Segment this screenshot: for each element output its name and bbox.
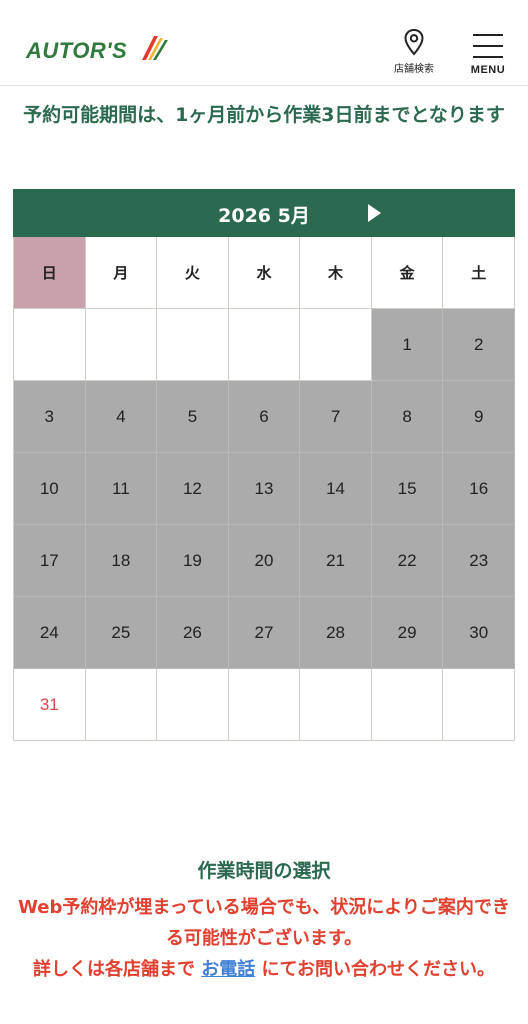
menu-button[interactable]: MENU <box>466 34 510 78</box>
calendar-day[interactable]: 9 <box>443 381 515 453</box>
hamburger-icon <box>466 34 510 58</box>
calendar-day[interactable]: 14 <box>300 453 372 525</box>
work-time-section-title: 作業時間の選択 <box>197 860 331 882</box>
weekday-header: 金 <box>371 237 444 309</box>
weekday-header: 土 <box>443 237 515 309</box>
warning-text-3: にてお問い合わせください。 <box>261 959 496 980</box>
reservation-period-notice: 予約可能期間は、1ヶ月前から作業3日前までとなります <box>23 104 505 126</box>
calendar-day[interactable]: 31 <box>14 669 86 741</box>
store-search-label: 店舗検索 <box>394 64 434 75</box>
reservation-calendar: 2026 5月 日月火水木金土 1 2 3 4 5 6 7 8 9 10 11 12 13 14 15 16 17… <box>13 189 515 741</box>
calendar-empty-cell <box>371 669 444 741</box>
calendar-header: 2026 5月 <box>13 189 515 237</box>
calendar-day[interactable]: 4 <box>85 381 158 453</box>
weekday-header: 木 <box>300 237 372 309</box>
logo-stripes-icon <box>142 36 168 60</box>
map-pin-icon <box>404 28 424 56</box>
calendar-day[interactable]: 21 <box>300 525 372 597</box>
calendar-empty-cell <box>157 309 229 381</box>
calendar-empty-cell <box>300 309 372 381</box>
calendar-day[interactable]: 6 <box>228 381 301 453</box>
calendar-day[interactable]: 29 <box>371 597 444 669</box>
calendar-day[interactable]: 25 <box>85 597 158 669</box>
phone-link[interactable]: お電話 <box>201 959 255 980</box>
calendar-day[interactable]: 5 <box>157 381 229 453</box>
calendar-day[interactable]: 7 <box>300 381 372 453</box>
calendar-day[interactable]: 28 <box>300 597 372 669</box>
calendar-day[interactable]: 13 <box>228 453 301 525</box>
weekday-header: 月 <box>85 237 158 309</box>
calendar-day[interactable]: 12 <box>157 453 229 525</box>
calendar-empty-cell <box>300 669 372 741</box>
menu-label: MENU <box>470 64 506 76</box>
calendar-day[interactable]: 19 <box>157 525 229 597</box>
weekday-header: 日 <box>14 237 86 309</box>
calendar-day[interactable]: 20 <box>228 525 301 597</box>
calendar-empty-cell <box>228 669 301 741</box>
calendar-day[interactable]: 26 <box>157 597 229 669</box>
next-month-icon[interactable] <box>364 203 384 223</box>
calendar-day[interactable]: 23 <box>443 525 515 597</box>
autors-logo[interactable]: AUTOR'S <box>26 34 168 74</box>
calendar-day[interactable]: 16 <box>443 453 515 525</box>
availability-warning: Web予約枠が埋まっている場合でも、状況によりご案内できる可能性がございます。 … <box>12 892 516 985</box>
calendar-day[interactable]: 17 <box>14 525 86 597</box>
calendar-empty-cell <box>85 309 158 381</box>
warning-text-2: 詳しくは各店舗まで <box>32 959 195 980</box>
calendar-empty-cell <box>228 309 301 381</box>
calendar-day[interactable]: 1 <box>371 309 444 381</box>
logo-text: AUTOR'S <box>26 38 128 63</box>
site-header: AUTOR'S 店舗検索 MENU <box>0 0 528 86</box>
calendar-empty-cell <box>443 669 515 741</box>
calendar-day[interactable]: 10 <box>14 453 86 525</box>
calendar-day[interactable]: 8 <box>371 381 444 453</box>
calendar-grid: 日月火水木金土 1 2 3 4 5 6 7 8 9 10 11 12 13 14 15 16 17 18 19 20 21… <box>13 237 515 741</box>
calendar-day[interactable]: 27 <box>228 597 301 669</box>
calendar-day[interactable]: 3 <box>14 381 86 453</box>
calendar-day[interactable]: 30 <box>443 597 515 669</box>
calendar-empty-cell <box>157 669 229 741</box>
calendar-day[interactable]: 22 <box>371 525 444 597</box>
calendar-day[interactable]: 24 <box>14 597 86 669</box>
calendar-day[interactable]: 18 <box>85 525 158 597</box>
weekday-header: 火 <box>157 237 229 309</box>
calendar-day[interactable]: 15 <box>371 453 444 525</box>
weekday-header: 水 <box>228 237 301 309</box>
store-search-button[interactable]: 店舗検索 <box>388 28 440 78</box>
calendar-empty-cell <box>85 669 158 741</box>
calendar-empty-cell <box>14 309 86 381</box>
calendar-month-label: 2026 5月 <box>218 205 310 227</box>
calendar-day[interactable]: 2 <box>443 309 515 381</box>
warning-text-1: Web予約枠が埋まっている場合でも、状況によりご案内できる可能性がございます。 <box>18 897 510 949</box>
calendar-day[interactable]: 11 <box>85 453 158 525</box>
